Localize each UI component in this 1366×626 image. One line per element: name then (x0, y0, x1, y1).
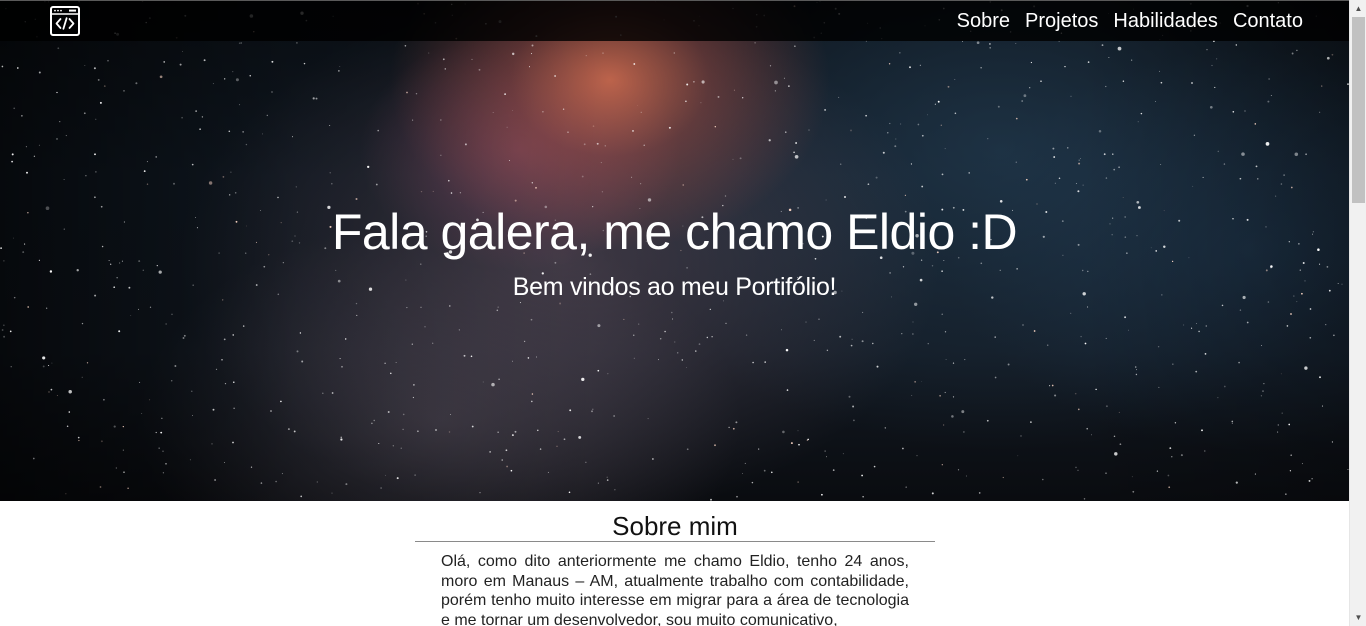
hero-subtitle: Bem vindos ao meu Portifólio! (512, 273, 837, 301)
about-text: Olá, como dito anteriormente me chamo El… (441, 553, 909, 626)
page: Fala galera, me chamo Eldio :D Bem vindo… (0, 0, 1349, 626)
nav-link-contato[interactable]: Contato (1233, 1, 1303, 42)
code-window-icon[interactable] (50, 6, 80, 36)
hero-title: Fala galera, me chamo Eldio :D (331, 204, 1018, 260)
about-title: Sobre mim (415, 501, 935, 542)
hero-section: Fala galera, me chamo Eldio :D Bem vindo… (0, 0, 1349, 501)
chevron-down-icon[interactable]: ▼ (1350, 609, 1366, 626)
chevron-up-icon[interactable]: ▲ (1350, 0, 1366, 17)
browser-viewport: Fala galera, me chamo Eldio :D Bem vindo… (0, 0, 1366, 626)
nav-links: Sobre Projetos Habilidades Contato (957, 1, 1303, 42)
scrollbar-thumb[interactable] (1352, 17, 1365, 203)
navbar: Sobre Projetos Habilidades Contato (0, 0, 1349, 41)
nav-link-projetos[interactable]: Projetos (1025, 1, 1098, 42)
nav-link-habilidades[interactable]: Habilidades (1113, 1, 1218, 42)
nav-link-sobre[interactable]: Sobre (957, 1, 1010, 42)
about-section: Sobre mim Olá, como dito anteriormente m… (415, 501, 935, 626)
page-scrollbar[interactable]: ▲ ▼ (1349, 0, 1366, 626)
